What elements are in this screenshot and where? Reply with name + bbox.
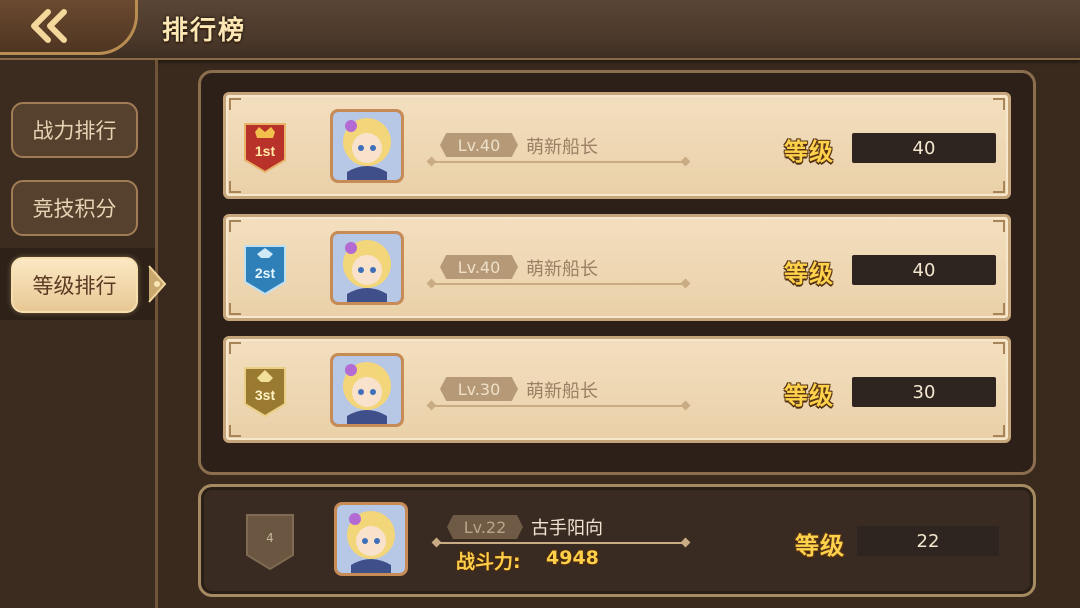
row-corner-ornament — [993, 425, 1005, 437]
row-corner-ornament — [229, 98, 241, 110]
player-avatar[interactable] — [330, 231, 404, 305]
rank-2-label: 2st — [255, 265, 276, 281]
rank-1-label: 1st — [255, 143, 276, 159]
my-level-label: 等级 — [795, 532, 845, 560]
page-title: 排行榜 — [162, 16, 247, 46]
row-corner-ornament — [229, 220, 241, 232]
my-rank-bar: 4 Lv.22 古手阳向 战斗力: 4948 等级 22 — [198, 484, 1036, 597]
level-value: 40 — [852, 133, 996, 163]
row-corner-ornament — [993, 181, 1005, 193]
my-level-tag: Lv.22 — [447, 515, 523, 539]
tab-level-ranking[interactable]: 等级排行 — [11, 257, 138, 313]
rank-3-badge-icon: 3st — [244, 367, 286, 418]
level-label: 等级 — [784, 138, 834, 166]
level-tag: Lv.40 — [440, 133, 518, 157]
row-corner-ornament — [993, 220, 1005, 232]
my-level-value: 22 — [857, 526, 999, 556]
my-player-name: 古手阳向 — [531, 518, 603, 539]
row-corner-ornament — [229, 342, 241, 354]
level-label: 等级 — [784, 260, 834, 288]
row-corner-ornament — [229, 181, 241, 193]
name-divider — [431, 405, 686, 407]
level-label: 等级 — [784, 382, 834, 410]
level-value: 40 — [852, 255, 996, 285]
player-name: 萌新船长 — [526, 137, 598, 158]
double-chevron-left-icon — [31, 9, 67, 43]
combat-power-label: 战斗力: — [456, 551, 521, 573]
row-corner-ornament — [993, 342, 1005, 354]
tab-combat-power-ranking[interactable]: 战力排行 — [11, 102, 138, 158]
tab-arena-points[interactable]: 竞技积分 — [11, 180, 138, 236]
ranking-row[interactable]: 1st Lv.40 萌新船长 等级 40 — [223, 92, 1011, 199]
combat-power-value: 4948 — [546, 547, 599, 569]
captain-avatar-icon — [333, 234, 401, 302]
name-divider — [431, 161, 686, 163]
player-avatar[interactable] — [330, 109, 404, 183]
back-button[interactable] — [0, 0, 138, 55]
level-tag: Lv.40 — [440, 255, 518, 279]
rank-3-label: 3st — [255, 387, 276, 403]
rank-1-badge-icon: 1st — [244, 123, 286, 174]
my-rank-number: 4 — [266, 531, 274, 545]
row-corner-ornament — [229, 303, 241, 315]
captain-avatar-icon — [333, 356, 401, 424]
ranking-row[interactable]: 2st Lv.40 萌新船长 等级 40 — [223, 214, 1011, 321]
captain-avatar-icon — [333, 112, 401, 180]
player-name: 萌新船长 — [526, 259, 598, 280]
ranking-row[interactable]: 3st Lv.30 萌新船长 等级 30 — [223, 336, 1011, 443]
row-corner-ornament — [229, 425, 241, 437]
tab-pointer-icon — [148, 265, 167, 303]
top-bar: 排行榜 — [0, 0, 1080, 60]
rank-2-badge-icon: 2st — [244, 245, 286, 296]
my-avatar[interactable] — [334, 502, 408, 576]
my-name-divider — [436, 542, 686, 544]
level-tag: Lv.30 — [440, 377, 518, 401]
player-name: 萌新船长 — [526, 381, 598, 402]
name-divider — [431, 283, 686, 285]
captain-avatar-icon — [337, 505, 405, 573]
player-avatar[interactable] — [330, 353, 404, 427]
row-corner-ornament — [993, 98, 1005, 110]
level-value: 30 — [852, 377, 996, 407]
row-corner-ornament — [993, 303, 1005, 315]
ranking-list[interactable]: 1st Lv.40 萌新船长 等级 40 2st Lv.40 萌新船长 等级 4… — [198, 70, 1036, 475]
